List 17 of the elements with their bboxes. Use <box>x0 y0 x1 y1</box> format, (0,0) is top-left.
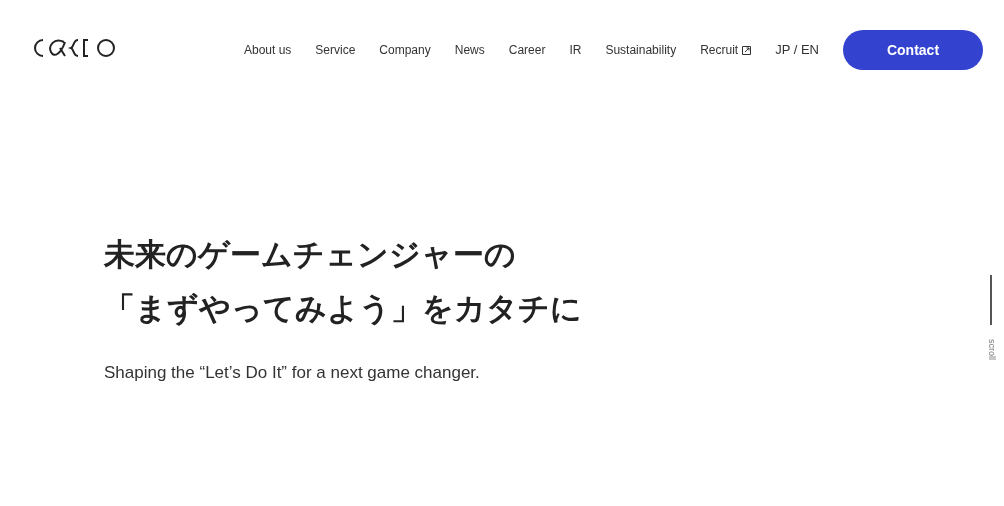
nav-link[interactable]: Company <box>379 41 431 59</box>
nav-link[interactable]: Service <box>315 41 356 59</box>
language-switcher[interactable]: JP / EN <box>775 40 819 60</box>
nav-link[interactable]: Recruit <box>700 41 752 59</box>
scroll-label: scroll <box>986 339 998 360</box>
tagline: Shaping the “Let’s Do It” for a next game changer. <box>104 362 481 384</box>
contact-button[interactable]: Contact <box>843 30 983 70</box>
nav-link[interactable]: News <box>454 41 485 59</box>
headline: 未来のゲームチェンジャーの <box>104 236 516 274</box>
scroll-line <box>990 275 993 325</box>
external-link-icon <box>742 45 752 55</box>
nav-link[interactable]: Career <box>508 41 546 59</box>
logo-icon[interactable] <box>34 38 116 58</box>
nav-link[interactable]: IR <box>569 41 582 59</box>
headline: 「まずやってみよう」をカタチに <box>104 290 582 328</box>
nav-link[interactable]: About us <box>243 41 292 59</box>
nav-link[interactable]: Sustainability <box>605 41 677 59</box>
